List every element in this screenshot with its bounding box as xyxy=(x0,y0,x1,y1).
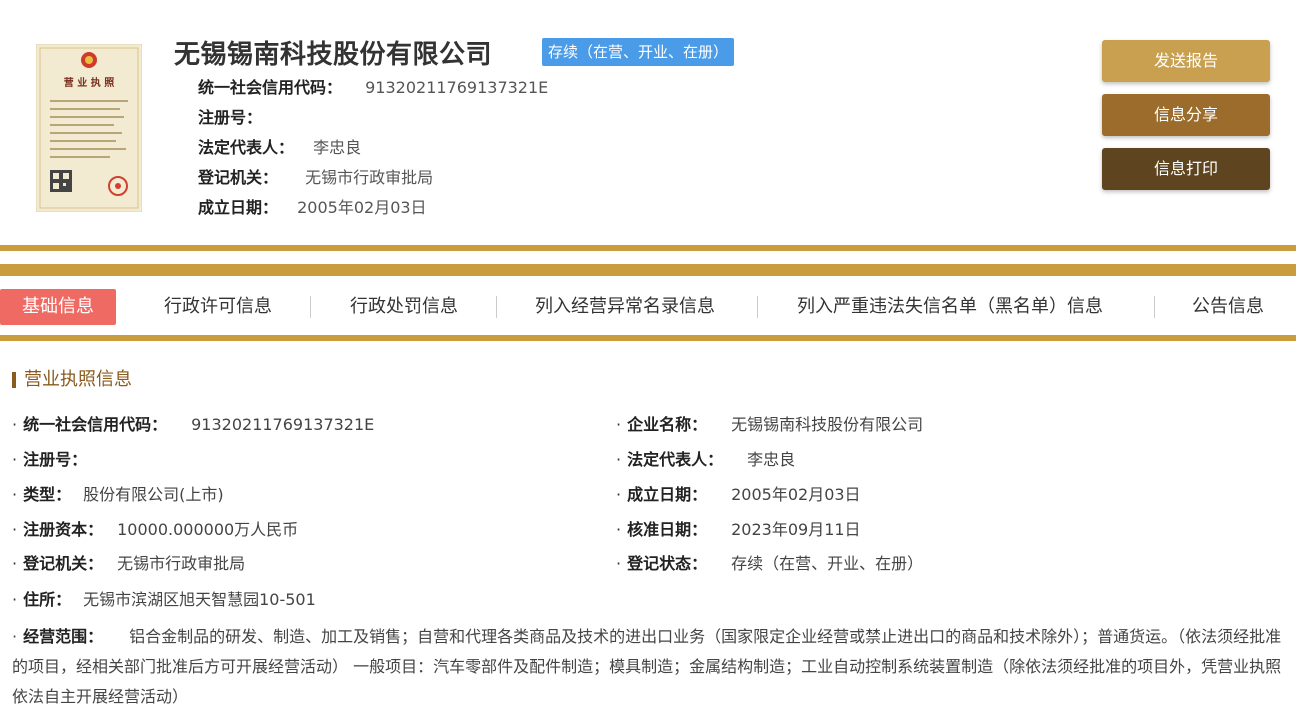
header-founded-row: 成立日期： 2005年02月03日 xyxy=(198,197,427,219)
header-credit-code-row: 统一社会信用代码： 91320211769137321E xyxy=(198,77,548,99)
company-name-title: 无锡锡南科技股份有限公司 xyxy=(174,40,493,70)
info-address: · 住所： 无锡市滨湖区旭天智慧园10-501 xyxy=(12,590,316,609)
info-value: 股份有限公司(上市) xyxy=(83,485,224,504)
divider-band-middle xyxy=(0,264,1296,276)
tab-basic-info[interactable]: 基础信息 xyxy=(0,289,116,325)
info-credit-code: · 统一社会信用代码： 91320211769137321E xyxy=(12,415,375,434)
info-label: 类型： xyxy=(23,485,72,504)
info-authority: · 登记机关： 无锡市行政审批局 xyxy=(12,554,246,573)
info-value: 10000.000000万人民币 xyxy=(117,520,299,539)
tab-admin-license[interactable]: 行政许可信息 xyxy=(164,289,272,325)
info-approval-date: · 核准日期： 2023年09月11日 xyxy=(616,520,861,539)
info-label: 企业名称： xyxy=(627,415,708,434)
info-tabs: 基础信息 行政许可信息 行政处罚信息 列入经营异常名录信息 列入严重违法失信名单… xyxy=(0,287,1296,327)
tab-announcement[interactable]: 公告信息 xyxy=(1192,289,1264,325)
info-legal-rep: · 法定代表人： 李忠良 xyxy=(616,450,796,469)
info-label: 法定代表人： xyxy=(627,450,724,469)
print-info-button[interactable]: 信息打印 xyxy=(1102,148,1270,190)
tab-separator xyxy=(310,296,311,318)
info-value: 存续（在营、开业、在册） xyxy=(731,554,924,573)
info-label: 注册资本： xyxy=(23,520,104,539)
info-reg-capital: · 注册资本： 10000.000000万人民币 xyxy=(12,520,299,539)
business-license-image: 营 业 执 照 xyxy=(36,44,142,212)
info-type: · 类型： 股份有限公司(上市) xyxy=(12,485,224,504)
header-credit-code-value: 91320211769137321E xyxy=(365,78,549,97)
tab-blacklist[interactable]: 列入严重违法失信名单（黑名单）信息 xyxy=(797,289,1103,325)
info-value: 2023年09月11日 xyxy=(731,520,861,539)
tab-admin-penalty[interactable]: 行政处罚信息 xyxy=(350,289,458,325)
section-title: 营业执照信息 xyxy=(12,368,132,392)
header-legal-rep-label: 法定代表人： xyxy=(198,138,295,157)
info-value: 无锡锡南科技股份有限公司 xyxy=(731,415,924,434)
info-company-name: · 企业名称： 无锡锡南科技股份有限公司 xyxy=(616,415,924,434)
header-authority-row: 登记机关： 无锡市行政审批局 xyxy=(198,167,433,189)
divider-band-top xyxy=(0,245,1296,251)
header-founded-value: 2005年02月03日 xyxy=(297,198,427,217)
qr-code-icon xyxy=(50,170,72,192)
header-authority-label: 登记机关： xyxy=(198,168,279,187)
info-label: 成立日期： xyxy=(627,485,708,504)
header-reg-number-label: 注册号： xyxy=(198,108,263,127)
tab-separator xyxy=(757,296,758,318)
info-value: 2005年02月03日 xyxy=(731,485,861,504)
national-emblem-icon xyxy=(81,52,97,68)
info-value: 无锡市行政审批局 xyxy=(117,554,246,573)
status-badge: 存续（在营、开业、在册） xyxy=(542,38,735,66)
tab-separator xyxy=(1154,296,1155,318)
header-reg-number-row: 注册号： xyxy=(198,107,262,129)
info-label: 登记状态： xyxy=(627,554,708,573)
info-label: 住所： xyxy=(23,590,72,609)
share-info-button[interactable]: 信息分享 xyxy=(1102,94,1270,136)
info-founded: · 成立日期： 2005年02月03日 xyxy=(616,485,861,504)
header-authority-value: 无锡市行政审批局 xyxy=(305,168,434,187)
info-reg-number: · 注册号： xyxy=(12,450,88,469)
license-title-text: 营 业 执 照 xyxy=(64,76,114,89)
tab-separator xyxy=(496,296,497,318)
info-label: 登记机关： xyxy=(23,554,104,573)
tab-abnormal-list[interactable]: 列入经营异常名录信息 xyxy=(535,289,715,325)
info-value: 无锡市滨湖区旭天智慧园10-501 xyxy=(83,590,316,609)
header-legal-rep-value: 李忠良 xyxy=(313,138,362,157)
divider-band-bottom xyxy=(0,335,1296,341)
info-label: 核准日期： xyxy=(627,520,708,539)
header-credit-code-label: 统一社会信用代码： xyxy=(198,78,343,97)
info-value: 91320211769137321E xyxy=(191,415,375,434)
info-value: 李忠良 xyxy=(747,450,796,469)
info-label: 注册号： xyxy=(23,450,88,469)
scope-label: 经营范围： xyxy=(23,627,104,646)
send-report-button[interactable]: 发送报告 xyxy=(1102,40,1270,82)
info-label: 统一社会信用代码： xyxy=(23,415,168,434)
header-founded-label: 成立日期： xyxy=(198,198,279,217)
info-reg-status: · 登记状态： 存续（在营、开业、在册） xyxy=(616,554,924,573)
scope-value: 铝合金制品的研发、制造、加工及销售；自营和代理各类商品及技术的进出口业务（国家限… xyxy=(12,627,1282,706)
header-legal-rep-row: 法定代表人： 李忠良 xyxy=(198,137,361,159)
info-business-scope: · 经营范围： 铝合金制品的研发、制造、加工及销售；自营和代理各类商品及技术的进出口… xyxy=(12,627,1282,706)
